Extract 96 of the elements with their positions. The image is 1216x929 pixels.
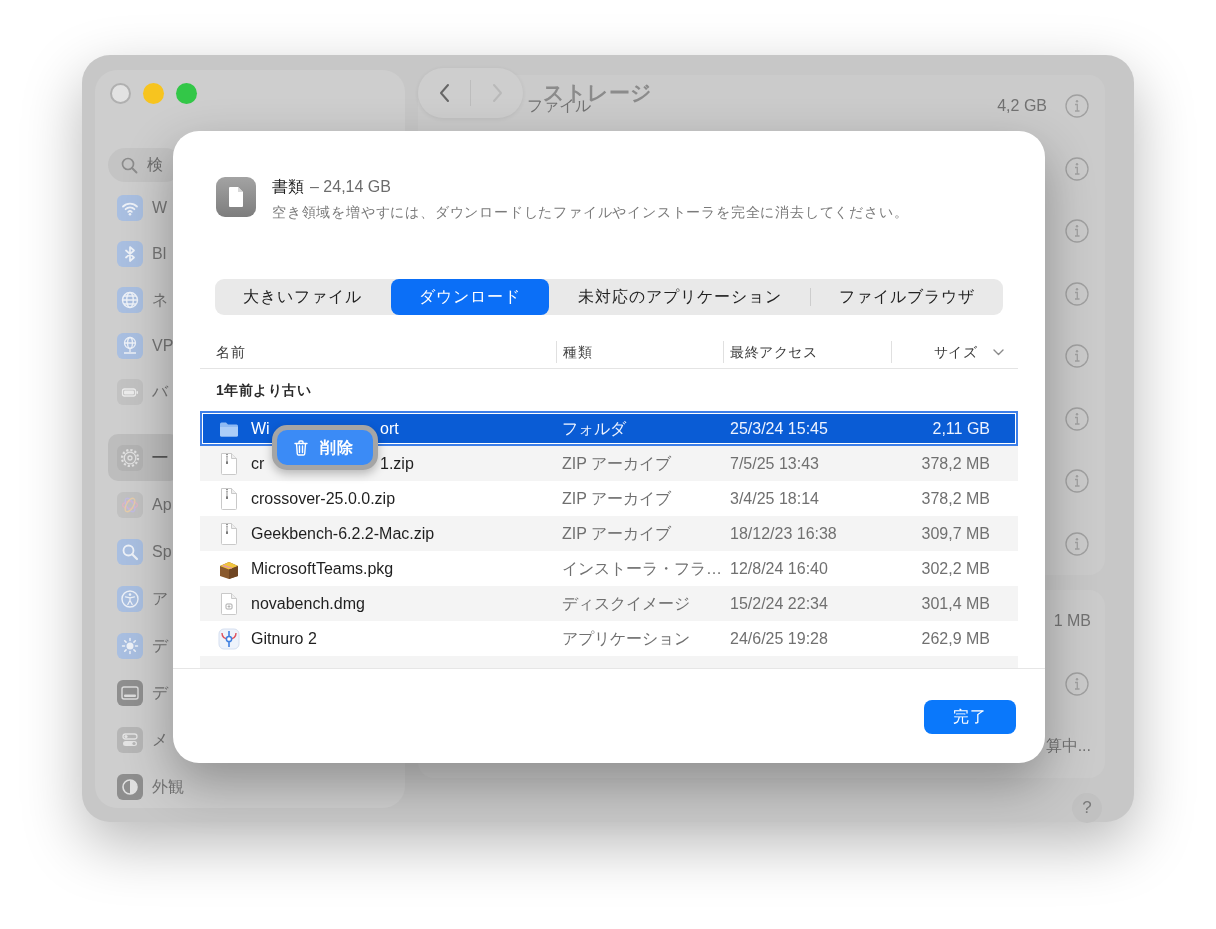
sidebar-item[interactable]: 外観 bbox=[108, 763, 188, 808]
sidebar-item[interactable]: デ bbox=[108, 669, 172, 716]
info-icon[interactable] bbox=[1065, 469, 1089, 494]
info-icon[interactable] bbox=[1065, 94, 1089, 119]
category-description: 空き領域を増やすには、ダウンロードしたファイルやインストーラを完全に消去してください。 bbox=[272, 203, 909, 222]
globe-icon bbox=[117, 333, 143, 359]
sidebar-item[interactable]: W bbox=[108, 185, 172, 231]
storage-size: 1 MB bbox=[1053, 611, 1091, 632]
sidebar-item[interactable]: Bl bbox=[108, 231, 171, 277]
sidebar-item[interactable]: メ bbox=[108, 716, 172, 763]
info-icon[interactable] bbox=[1065, 406, 1089, 431]
file-kind: フォルダ bbox=[562, 418, 626, 439]
folder-icon bbox=[219, 420, 239, 437]
zip-file-icon bbox=[220, 522, 238, 545]
file-size: 378,2 MB bbox=[921, 453, 990, 474]
info-icon[interactable] bbox=[1065, 344, 1089, 369]
column-header[interactable]: 最終アクセス bbox=[724, 341, 817, 363]
sidebar-item[interactable]: ア bbox=[108, 575, 172, 622]
globe-icon bbox=[117, 287, 143, 313]
info-icon[interactable] bbox=[1065, 531, 1089, 556]
sidebar-item[interactable]: Sp bbox=[108, 528, 176, 575]
file-name: cr bbox=[251, 453, 265, 474]
file-name: ort bbox=[380, 418, 399, 439]
last-accessed: 15/2/24 22:34 bbox=[730, 593, 828, 614]
last-accessed: 7/5/25 13:43 bbox=[730, 453, 819, 474]
storage-size: 算中... bbox=[1045, 736, 1091, 757]
delete-button[interactable]: 削除 bbox=[272, 425, 378, 470]
last-accessed: 25/3/24 15:45 bbox=[730, 418, 828, 439]
file-kind: ZIP アーカイブ bbox=[562, 453, 672, 474]
file-kind: ZIP アーカイブ bbox=[562, 523, 672, 544]
trash-icon bbox=[294, 439, 308, 456]
branch-icon bbox=[218, 627, 240, 650]
tab[interactable]: 大きいファイル bbox=[215, 279, 390, 315]
last-accessed: 24/6/25 19:28 bbox=[730, 628, 828, 649]
help-button[interactable]: ? bbox=[1072, 793, 1102, 823]
sidebar-item[interactable]: デ bbox=[108, 622, 172, 669]
file-name: MicrosoftTeams.pkg bbox=[251, 558, 394, 579]
tab[interactable]: ダウンロード bbox=[391, 279, 549, 315]
file-kind: ディスクイメージ bbox=[562, 593, 690, 614]
document-icon bbox=[220, 592, 238, 615]
column-header[interactable]: 名前 bbox=[216, 341, 245, 363]
gear-icon bbox=[117, 444, 143, 471]
file-kind: インストーラ・フラ… bbox=[562, 558, 722, 579]
category-name: 書類 bbox=[272, 177, 304, 197]
file-name: crossover-25.0.0.zip bbox=[251, 488, 396, 509]
file-size: 262,9 MB bbox=[921, 628, 990, 649]
file-size: 301,4 MB bbox=[921, 593, 990, 614]
wifi-icon bbox=[117, 195, 143, 221]
info-icon[interactable] bbox=[1065, 671, 1089, 696]
file-name: novabench.dmg bbox=[251, 593, 365, 614]
last-accessed: 12/8/24 16:40 bbox=[730, 558, 828, 579]
file-name: Wi bbox=[251, 418, 270, 439]
battery-icon bbox=[117, 379, 143, 405]
table-row[interactable]: novabench.dmg ディスクイメージ 15/2/24 22:34 301,4 MB bbox=[200, 586, 1018, 621]
window-icon bbox=[117, 679, 143, 706]
zip-file-icon bbox=[220, 487, 238, 510]
file-name: Geekbench-6.2.2-Mac.zip bbox=[251, 523, 435, 544]
last-accessed: 18/12/23 16:38 bbox=[730, 523, 837, 544]
file-size: 302,2 MB bbox=[921, 558, 990, 579]
sidebar-item[interactable]: ネ bbox=[108, 277, 172, 323]
info-icon[interactable] bbox=[1065, 219, 1089, 244]
info-icon[interactable] bbox=[1065, 156, 1089, 181]
minimize-button[interactable] bbox=[143, 83, 164, 104]
bluetooth-icon bbox=[117, 241, 143, 267]
tab[interactable]: 未対応のアプリケーション bbox=[550, 279, 810, 315]
flower-icon bbox=[117, 491, 143, 518]
info-icon[interactable] bbox=[1065, 281, 1089, 306]
column-header[interactable]: 種類 bbox=[557, 341, 592, 363]
category-size: – 24,14 GB bbox=[310, 177, 391, 197]
done-button[interactable]: 完了 bbox=[924, 700, 1016, 734]
accessibility-icon bbox=[117, 585, 143, 612]
file-size: 309,7 MB bbox=[921, 523, 990, 544]
file-size: 2,11 GB bbox=[932, 418, 990, 439]
file-size: 378,2 MB bbox=[921, 488, 990, 509]
zip-file-icon bbox=[220, 452, 238, 475]
last-accessed: 3/4/25 18:14 bbox=[730, 488, 819, 509]
sun-icon bbox=[117, 632, 143, 659]
tab[interactable]: ファイルブラウザ bbox=[811, 279, 1003, 315]
search-icon bbox=[121, 157, 138, 174]
file-name: 1.zip bbox=[380, 453, 414, 474]
sidebar-item[interactable]: バ bbox=[108, 369, 172, 415]
magnifier-icon bbox=[117, 538, 143, 565]
file-name: Gitnuro 2 bbox=[251, 628, 317, 649]
file-kind: ZIP アーカイブ bbox=[562, 488, 672, 509]
zoom-button[interactable] bbox=[176, 83, 197, 104]
table-row[interactable]: Geekbench-6.2.2-Mac.zip ZIP アーカイブ 18/12/23 16:38 309,7 MB bbox=[200, 516, 1018, 551]
storage-size: 4,2 GB bbox=[997, 96, 1047, 117]
sidebar-item[interactable]: Ap bbox=[108, 481, 176, 528]
sidebar-item[interactable]: VP bbox=[108, 323, 178, 369]
file-kind: アプリケーション bbox=[562, 628, 690, 649]
group-header: 1年前より古い bbox=[216, 380, 312, 400]
document-icon bbox=[216, 177, 256, 217]
contrast-icon bbox=[117, 773, 143, 800]
table-row[interactable] bbox=[200, 656, 1018, 668]
switches-icon bbox=[117, 726, 143, 753]
column-header[interactable]: サイズ bbox=[933, 341, 977, 363]
